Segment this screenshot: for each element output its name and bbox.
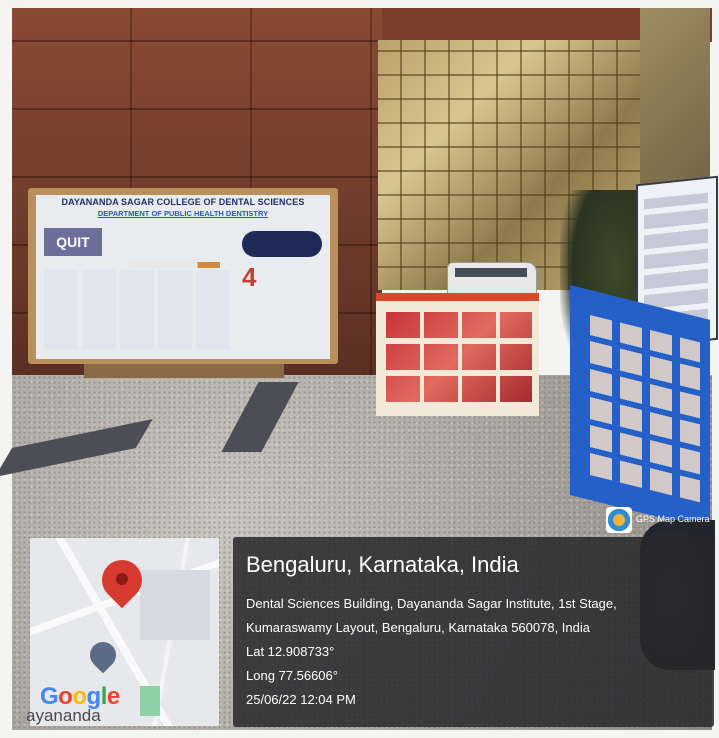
- location-pin-dot: [116, 573, 128, 585]
- address-line-2: Kumaraswamy Layout, Bengaluru, Karnataka…: [246, 620, 590, 635]
- cigarette-graphic: [130, 262, 220, 268]
- poster-subtitle: DEPARTMENT OF PUBLIC HEALTH DENTISTRY: [97, 209, 269, 218]
- oral-lesion-photos: [386, 312, 532, 402]
- photo: DAYANANDA SAGAR COLLEGE OF DENTAL SCIENC…: [0, 0, 719, 738]
- poster-number: 4: [242, 262, 257, 292]
- latitude: Lat 12.908733°: [246, 644, 335, 659]
- poster-title: DAYANANDA SAGAR COLLEGE OF DENTAL SCIENC…: [61, 197, 305, 207]
- ambulance-windows: [455, 268, 527, 277]
- poster-quit-badge: QUIT: [44, 228, 102, 256]
- poster-info-columns: [44, 270, 234, 350]
- poster-speech-bubble: [242, 231, 322, 257]
- longitude: Long 77.56606°: [246, 668, 338, 683]
- datetime: 25/06/22 12:04 PM: [246, 692, 356, 707]
- map-park: [140, 686, 160, 716]
- app-name: GPS Map Camera: [636, 514, 710, 524]
- blue-board-photos: [590, 315, 700, 503]
- map-building-block: [140, 570, 210, 640]
- google-logo: Google: [40, 683, 120, 710]
- address-line-1: Dental Sciences Building, Dayananda Saga…: [246, 596, 617, 611]
- location-title: Bengaluru, Karnataka, India: [246, 552, 519, 577]
- gps-map-camera-icon: [606, 507, 632, 533]
